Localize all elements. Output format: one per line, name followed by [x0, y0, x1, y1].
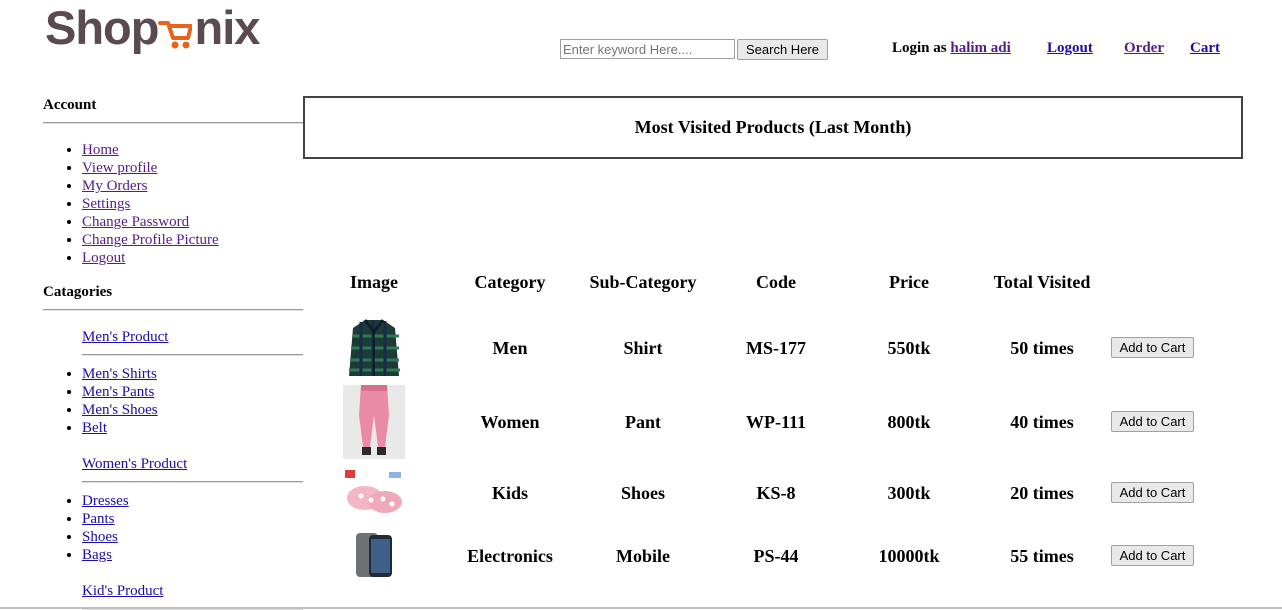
column-header-category: Category: [474, 272, 546, 292]
list-item: My Orders: [82, 177, 303, 195]
cell-subcategory: Mobile: [616, 546, 670, 566]
cell-code: WP-111: [745, 412, 806, 432]
shopnix-logo[interactable]: Shop nix: [45, 1, 260, 54]
add-to-cart-button[interactable]: Add to Cart: [1111, 545, 1194, 566]
sidebar-item-pants[interactable]: Pants: [82, 511, 115, 527]
divider: [43, 122, 303, 124]
list-item: Pants: [82, 510, 303, 528]
login-status: Login as halim adi: [892, 40, 1011, 57]
login-prefix: Login as: [892, 40, 951, 56]
account-menu: Home View profile My Orders Settings Cha…: [43, 141, 303, 267]
logo-text-shop: Shop: [45, 1, 159, 54]
sidebar-item-mens-shirts[interactable]: Men's Shirts: [82, 366, 157, 382]
list-item: Dresses: [82, 492, 303, 510]
sidebar-item-mens-pants[interactable]: Men's Pants: [82, 384, 154, 400]
category-mens-product[interactable]: Men's Product: [82, 329, 168, 345]
cell-visited: 20 times: [1010, 483, 1074, 503]
list-item: Bags: [82, 546, 303, 564]
cell-visited: 55 times: [1010, 546, 1074, 566]
sidebar-item-belt[interactable]: Belt: [82, 420, 107, 436]
add-to-cart-button[interactable]: Add to Cart: [1111, 337, 1194, 358]
divider: [43, 309, 303, 311]
shopping-cart-icon: [158, 2, 194, 54]
cell-code: PS-44: [753, 546, 799, 566]
sidebar-item-view-profile[interactable]: View profile: [82, 160, 157, 176]
list-item: Shoes: [82, 528, 303, 546]
sidebar-item-bags[interactable]: Bags: [82, 547, 112, 563]
header-logout-link[interactable]: Logout: [1047, 40, 1093, 56]
list-item: Change Profile Picture: [82, 231, 303, 249]
list-item: Men's Shoes: [82, 401, 303, 419]
list-item: Change Password: [82, 213, 303, 231]
user-profile-link[interactable]: halim adi: [950, 40, 1010, 56]
column-header-code: Code: [756, 272, 796, 292]
sidebar-item-my-orders[interactable]: My Orders: [82, 178, 147, 194]
list-item: Logout: [82, 249, 303, 267]
mens-menu: Men's Shirts Men's Pants Men's Shoes Bel…: [43, 365, 303, 437]
logo-text-nix: nix: [194, 1, 260, 54]
cell-subcategory: Shoes: [620, 483, 665, 503]
product-image-pant[interactable]: [343, 385, 405, 459]
cell-subcategory: Pant: [625, 412, 661, 432]
list-item: Home: [82, 141, 303, 159]
category-womens-product[interactable]: Women's Product: [82, 456, 187, 472]
cell-category: Men: [492, 338, 528, 358]
cell-category: Electronics: [467, 546, 553, 566]
sidebar-item-mens-shoes[interactable]: Men's Shoes: [82, 402, 158, 418]
sidebar-item-change-profile-picture[interactable]: Change Profile Picture: [82, 232, 219, 248]
add-to-cart-button[interactable]: Add to Cart: [1111, 482, 1194, 503]
column-header-image: Image: [350, 272, 398, 292]
category-kids-product[interactable]: Kid's Product: [82, 583, 163, 599]
cell-visited: 40 times: [1010, 412, 1074, 432]
divider: [82, 481, 303, 483]
header-cart-link[interactable]: Cart: [1190, 40, 1220, 56]
categories-heading: Catagories: [43, 284, 113, 300]
sidebar-item-settings[interactable]: Settings: [82, 196, 130, 212]
sidebar-item-shoes[interactable]: Shoes: [82, 529, 118, 545]
header-order-link[interactable]: Order: [1124, 40, 1164, 56]
search-button[interactable]: Search Here: [737, 39, 828, 60]
page-title: Most Visited Products (Last Month): [634, 117, 912, 137]
cell-price: 300tk: [887, 483, 931, 503]
product-image-shoes[interactable]: [343, 466, 405, 519]
page-title-box: Most Visited Products (Last Month): [303, 96, 1243, 159]
list-item: View profile: [82, 159, 303, 177]
list-item: Settings: [82, 195, 303, 213]
column-header-price: Price: [889, 272, 929, 292]
product-image-mobile[interactable]: [343, 530, 405, 580]
divider: [82, 354, 303, 356]
cell-category: Kids: [491, 483, 529, 503]
list-item: Men's Pants: [82, 383, 303, 401]
add-to-cart-button[interactable]: Add to Cart: [1111, 411, 1194, 432]
cell-price: 800tk: [887, 412, 931, 432]
cell-price: 10000tk: [878, 546, 940, 566]
sidebar-item-home[interactable]: Home: [82, 142, 119, 158]
column-header-total-visited: Total Visited: [993, 272, 1091, 292]
womens-menu: Dresses Pants Shoes Bags: [43, 492, 303, 564]
sidebar-item-dresses[interactable]: Dresses: [82, 493, 129, 509]
search-input[interactable]: [560, 39, 735, 59]
cell-code: MS-177: [746, 338, 806, 358]
cell-visited: 50 times: [1010, 338, 1074, 358]
cell-code: KS-8: [756, 483, 796, 503]
column-header-subcategory: Sub-Category: [589, 272, 697, 292]
account-heading: Account: [43, 97, 97, 113]
sidebar: Account Home View profile My Orders Sett…: [43, 96, 303, 610]
cell-price: 550tk: [887, 338, 931, 358]
cell-subcategory: Shirt: [623, 338, 663, 358]
list-item: Belt: [82, 419, 303, 437]
list-item: Men's Shirts: [82, 365, 303, 383]
sidebar-item-logout[interactable]: Logout: [82, 250, 125, 266]
cell-category: Women: [480, 412, 540, 432]
sidebar-item-change-password[interactable]: Change Password: [82, 214, 189, 230]
product-image-shirt[interactable]: [343, 316, 405, 379]
